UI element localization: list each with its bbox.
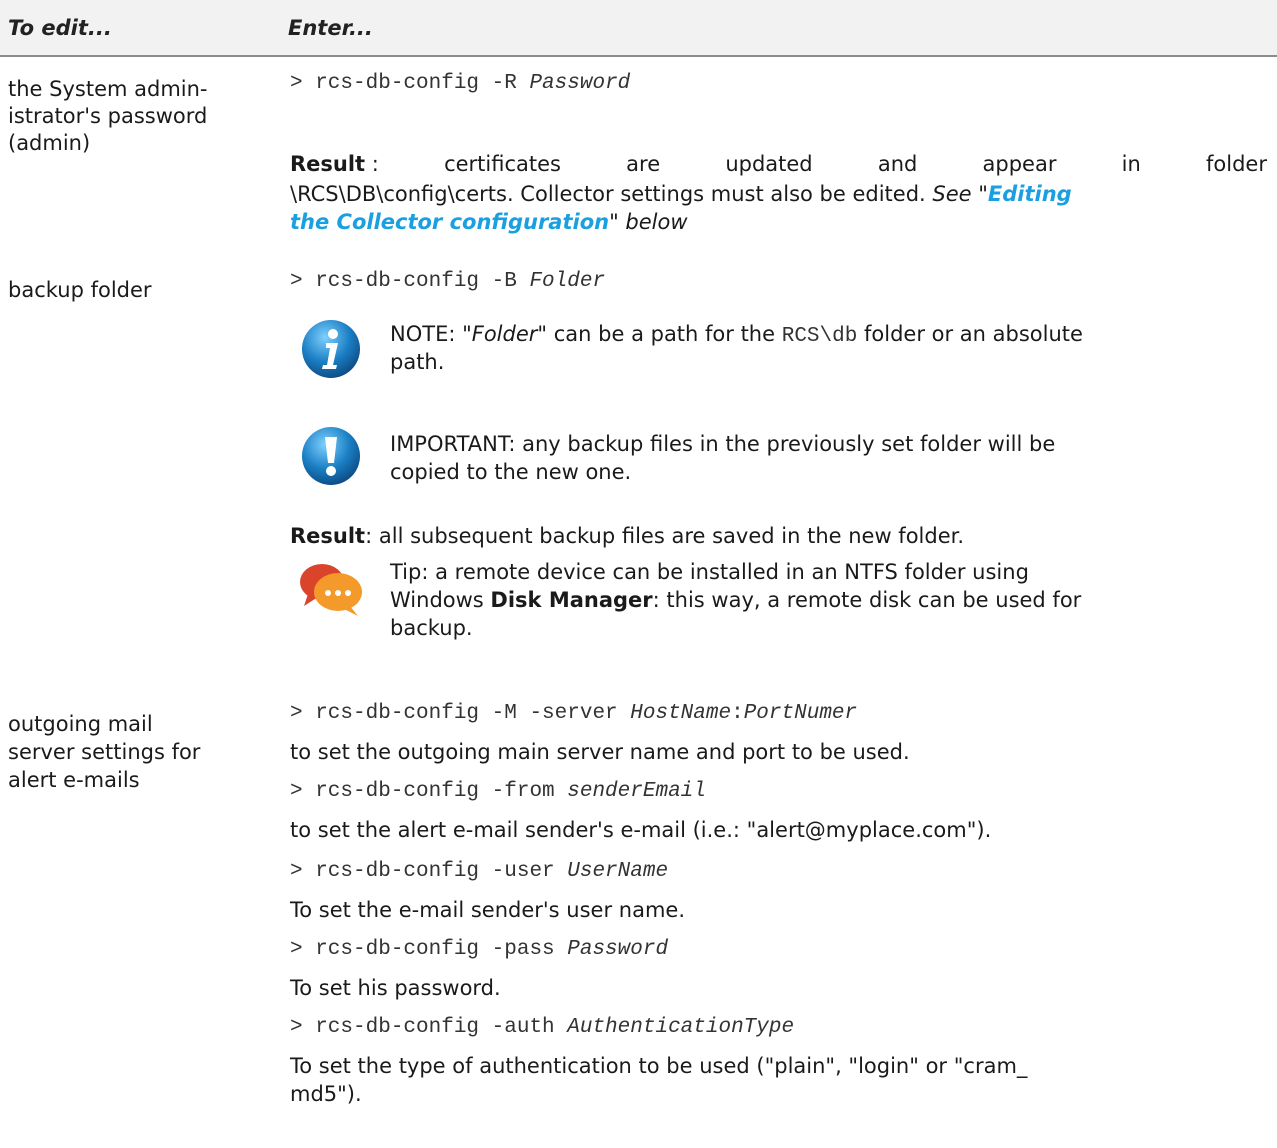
note-text: NOTE: ": [390, 322, 472, 346]
description-line: To set his password.: [290, 976, 501, 1000]
result-word: certificates: [444, 152, 561, 176]
header-col-to-edit: To edit...: [8, 16, 112, 40]
command-text: > rcs-db-config -user: [290, 860, 568, 883]
command-line: > rcs-db-config -from senderEmail: [290, 778, 706, 806]
tip-line: Windows Disk Manager: this way, a remote…: [390, 586, 1081, 614]
command-line: > rcs-db-config -user UserName: [290, 858, 668, 886]
command-text: > rcs-db-config -from: [290, 780, 568, 803]
command-text: > rcs-db-config -auth: [290, 1016, 568, 1039]
important-line: copied to the new one.: [390, 460, 632, 484]
table-header: To edit... Enter...: [0, 0, 1277, 57]
tip-bold: Disk Manager: [490, 588, 653, 612]
important-line: IMPORTANT: any backup files in the previ…: [390, 432, 1056, 456]
command-arg: UserName: [567, 860, 669, 883]
note-em: Folder: [471, 322, 538, 346]
command-arg: Password: [567, 938, 669, 961]
result-line: \RCS\DB\config\certs. Collector settings…: [290, 180, 1267, 208]
command-arg: AuthenticationType: [567, 1016, 795, 1039]
description-line: to set the outgoing main server name and…: [290, 740, 910, 764]
command-arg: HostName: [630, 702, 732, 725]
result-word: folder: [1206, 152, 1267, 176]
row-label-line: outgoing mail: [8, 712, 153, 736]
row-label-line: (admin): [8, 131, 91, 155]
note-text: " can be a path for the: [537, 322, 782, 346]
note-line: NOTE: "Folder" can be a path for the RCS…: [390, 320, 1083, 351]
command-text: > rcs-db-config -pass: [290, 938, 568, 961]
exclamation-icon: [300, 425, 362, 487]
result-word: appear: [982, 152, 1057, 176]
command-line: > rcs-db-config -auth AuthenticationType: [290, 1014, 794, 1042]
result-word: in: [1121, 152, 1141, 176]
result-word: updated: [725, 152, 813, 176]
header-col-enter: Enter...: [288, 16, 373, 40]
description-line: to set the alert e-mail sender's e-mail …: [290, 818, 992, 842]
note-code: RCS\db: [781, 325, 858, 348]
note-text: folder or an absolute: [857, 322, 1083, 346]
see-suffix: " below: [609, 210, 688, 234]
command-line: > rcs-db-config -pass Password: [290, 936, 668, 964]
description-line: To set the e-mail sender's user name.: [290, 898, 686, 922]
result-line: Result: all subsequent backup files are …: [290, 522, 964, 550]
result-label: Result: [290, 524, 366, 548]
command-line: > rcs-db-config -R Password: [290, 70, 630, 98]
info-icon: [300, 318, 362, 380]
description-line: To set the type of authentication to be …: [290, 1054, 1028, 1078]
result-word: and: [877, 152, 918, 176]
result-word: are: [626, 152, 661, 176]
tip-text: : this way, a remote disk can be used fo…: [652, 588, 1082, 612]
row-label: backup folder: [8, 278, 152, 302]
command-arg: senderEmail: [567, 780, 706, 803]
tip-line: backup.: [390, 616, 473, 640]
command-line: > rcs-db-config -B Folder: [290, 268, 605, 296]
command-text: > rcs-db-config -R: [290, 72, 530, 95]
command-line: > rcs-db-config -M -server HostName:Port…: [290, 700, 857, 728]
description-line: md5").: [290, 1082, 362, 1106]
result-line: the Collector configuration" below: [290, 208, 688, 236]
command-text: > rcs-db-config -B: [290, 270, 530, 293]
row-label-line: alert e-mails: [8, 768, 140, 792]
link-editing-collector[interactable]: Editing: [988, 182, 1072, 206]
tip-text: Windows: [390, 588, 491, 612]
result-sep: :: [365, 152, 379, 176]
note-line: path.: [390, 350, 445, 374]
row-label-line: istrator's password: [8, 104, 208, 128]
row-label-line: the System admin-: [8, 77, 208, 101]
row-label-line: server settings for: [8, 740, 201, 764]
result-label: Result: [290, 152, 366, 176]
command-arg: Password: [529, 72, 631, 95]
command-sep: :: [731, 702, 744, 725]
link-editing-collector-cont[interactable]: the Collector configuration: [290, 210, 609, 234]
tip-line: Tip: a remote device can be installed in…: [390, 560, 1029, 584]
chat-bubbles-icon: [298, 560, 364, 618]
command-text: > rcs-db-config -M -server: [290, 702, 631, 725]
command-arg: PortNumer: [743, 702, 858, 725]
command-arg: Folder: [529, 270, 606, 293]
result-lead: Result :: [290, 150, 379, 178]
result-text: \RCS\DB\config\certs. Collector settings…: [290, 182, 926, 206]
see-prefix: See ": [932, 182, 988, 206]
result-text: : all subsequent backup files are saved …: [365, 524, 965, 548]
result-line-justified: Result : certificates are updated and ap…: [290, 150, 1267, 178]
